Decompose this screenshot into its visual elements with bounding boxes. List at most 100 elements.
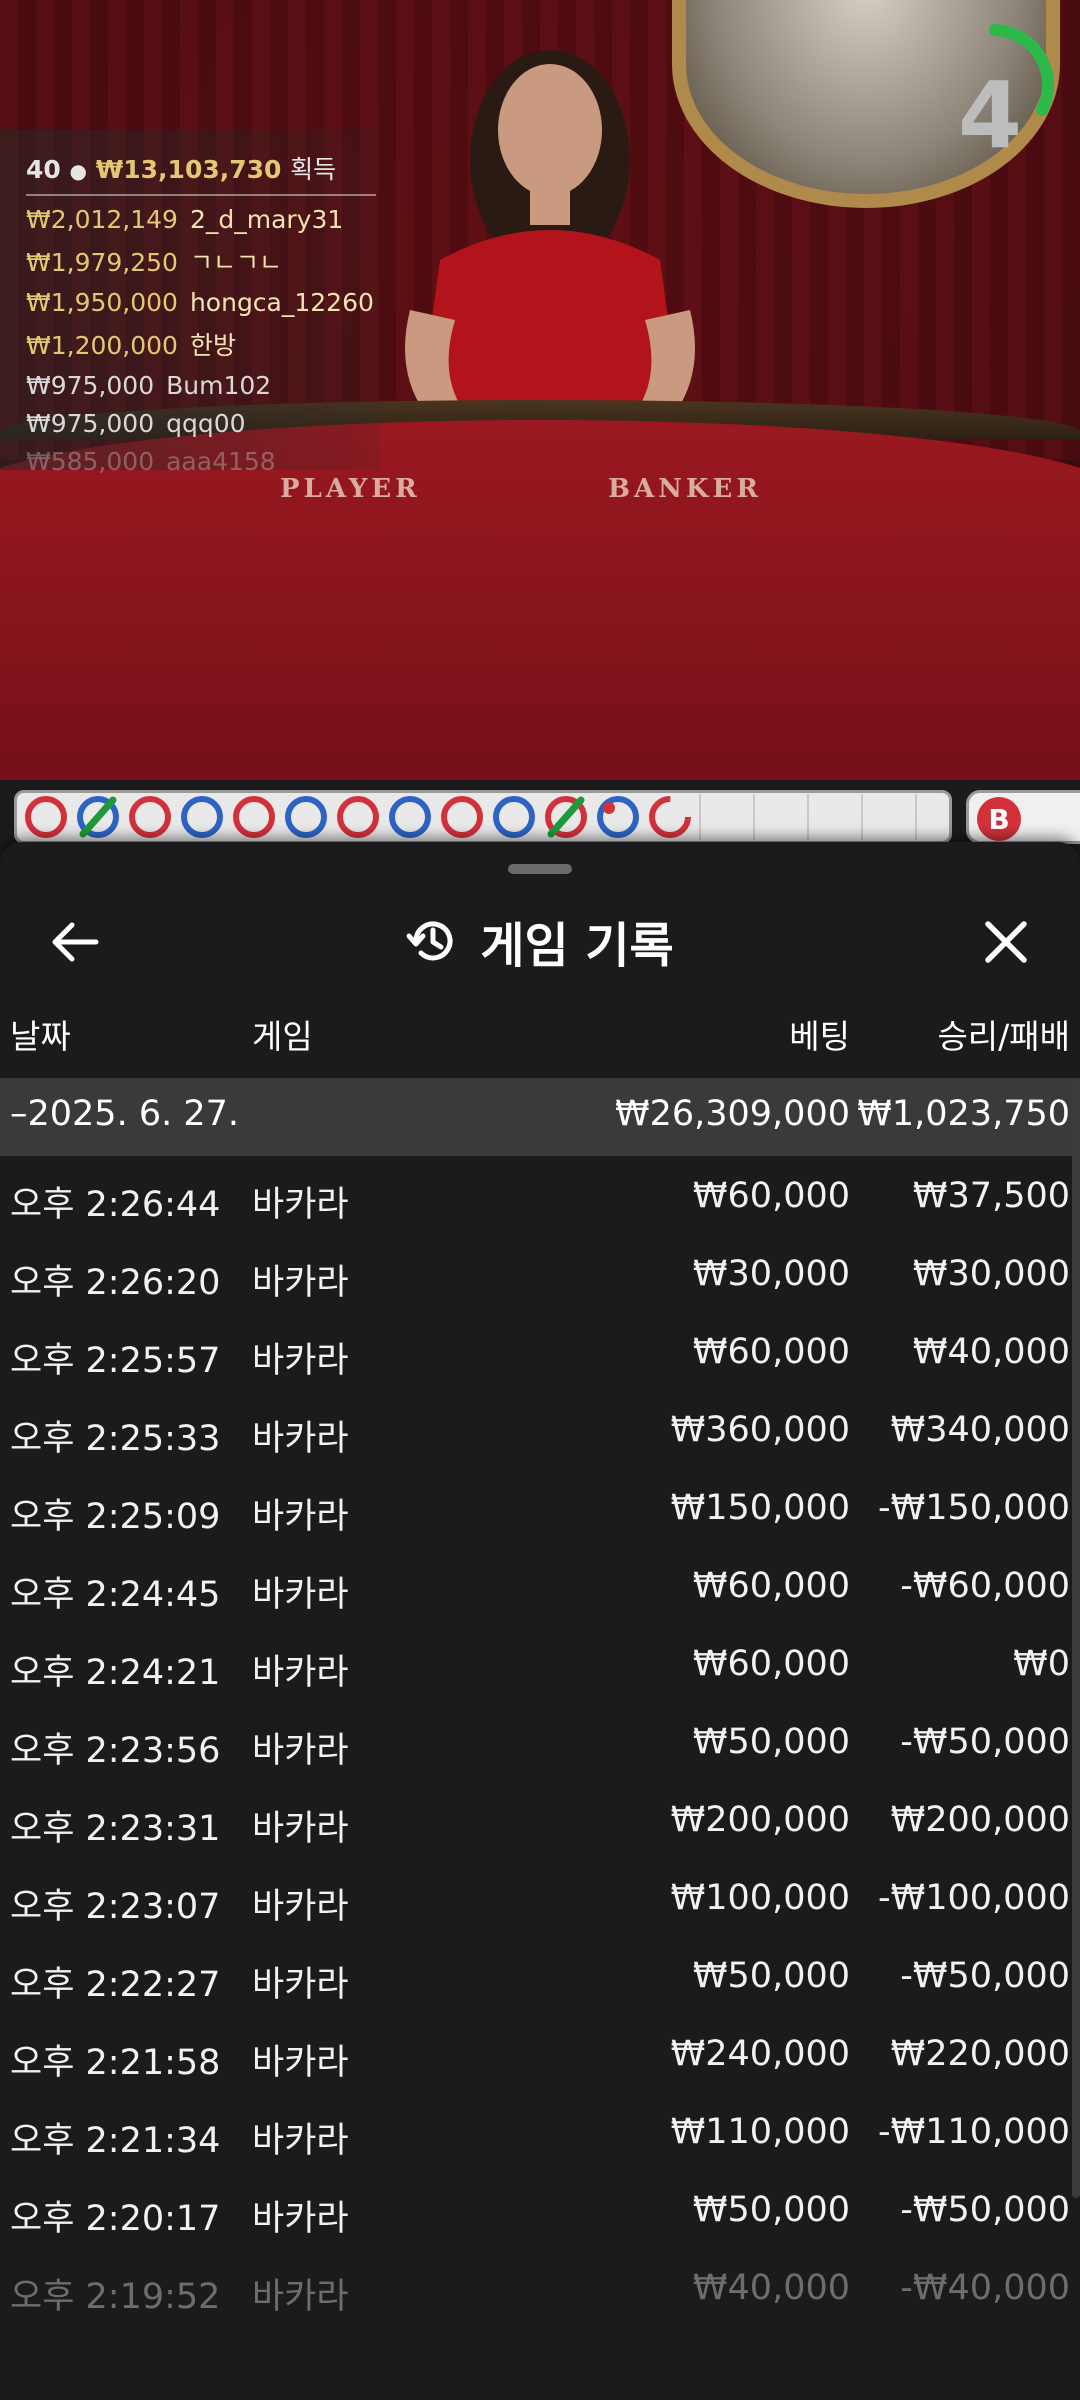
row-game: 바카라	[252, 2277, 349, 2317]
row-result: ₩30,000	[912, 1254, 1070, 1294]
road-bead-red	[441, 796, 483, 838]
history-row[interactable]: 오후 2:26:20 바카라 ₩30,000 ₩30,000	[0, 1234, 1080, 1312]
row-result: -₩100,000	[878, 1878, 1070, 1918]
winner-row: ₩975,000 Bum102	[26, 371, 272, 400]
road-side-panel[interactable]: B	[966, 790, 1080, 844]
row-bet: ₩240,000	[670, 2034, 850, 2074]
row-result: ₩340,000	[890, 1410, 1070, 1450]
row-bet: ₩60,000	[692, 1176, 850, 1216]
row-result: ₩0	[1013, 1644, 1070, 1684]
row-result: -₩150,000	[878, 1488, 1070, 1528]
column-game[interactable]: 게임	[252, 1010, 313, 1058]
row-bet: ₩60,000	[692, 1566, 850, 1606]
row-game: 바카라	[252, 2043, 349, 2083]
road-bead-blue-dot	[597, 796, 639, 838]
row-game: 바카라	[252, 1731, 349, 1771]
road-empty-cell	[699, 794, 747, 840]
day-summary-row[interactable]: –2025. 6. 27. ₩26,309,000 ₩1,023,750	[0, 1078, 1080, 1156]
road-bead-blue	[181, 796, 223, 838]
row-time: 오후 2:25:57	[10, 1341, 221, 1381]
row-time: 오후 2:26:20	[10, 1263, 221, 1303]
row-result: -₩50,000	[900, 2190, 1070, 2230]
row-result: ₩220,000	[890, 2034, 1070, 2074]
day-bet-total: ₩26,309,000	[614, 1094, 850, 1134]
row-result: -₩50,000	[900, 1956, 1070, 1996]
row-game: 바카라	[252, 1497, 349, 1537]
row-bet: ₩200,000	[670, 1800, 850, 1840]
table-header: 날짜 게임 베팅 승리/패배	[0, 1010, 1080, 1060]
row-game: 바카라	[252, 2121, 349, 2161]
day-date: –2025. 6. 27.	[10, 1094, 240, 1134]
bead-road[interactable]	[14, 790, 952, 844]
row-result: ₩37,500	[912, 1176, 1070, 1216]
history-row[interactable]: 오후 2:19:52 바카라 ₩40,000 -₩40,000	[0, 2248, 1080, 2326]
row-game: 바카라	[252, 1887, 349, 1927]
history-row[interactable]: 오후 2:21:34 바카라 ₩110,000 -₩110,000	[0, 2092, 1080, 2170]
drag-handle[interactable]	[508, 864, 572, 874]
history-row[interactable]: 오후 2:26:44 바카라 ₩60,000 ₩37,500	[0, 1156, 1080, 1234]
road-bead-blue	[493, 796, 535, 838]
history-icon	[406, 921, 453, 961]
row-result: ₩200,000	[890, 1800, 1070, 1840]
column-bet[interactable]: 베팅	[789, 1010, 850, 1058]
row-bet: ₩110,000	[670, 2112, 850, 2152]
row-game: 바카라	[252, 1575, 349, 1615]
road-bead-red-partial	[649, 796, 691, 838]
row-bet: ₩40,000	[692, 2268, 850, 2308]
row-time: 오후 2:22:27	[10, 1965, 221, 2005]
history-row[interactable]: 오후 2:25:09 바카라 ₩150,000 -₩150,000	[0, 1468, 1080, 1546]
road-bead-red	[129, 796, 171, 838]
row-time: 오후 2:23:56	[10, 1731, 221, 1771]
road-bead-red-slash	[545, 796, 587, 838]
row-time: 오후 2:25:33	[10, 1419, 221, 1459]
row-bet: ₩50,000	[692, 1956, 850, 1996]
row-game: 바카라	[252, 2199, 349, 2239]
column-date[interactable]: 날짜	[10, 1010, 71, 1058]
person-icon: ●	[69, 159, 87, 183]
row-result: -₩110,000	[878, 2112, 1070, 2152]
history-row[interactable]: 오후 2:24:45 바카라 ₩60,000 -₩60,000	[0, 1546, 1080, 1624]
road-bead-blue	[285, 796, 327, 838]
row-time: 오후 2:23:07	[10, 1887, 221, 1927]
winners-header: 40 ● ₩13,103,730 획득	[26, 150, 376, 196]
winners-total: ₩13,103,730	[95, 155, 282, 184]
history-list: 오후 2:26:44 바카라 ₩60,000 ₩37,500 오후 2:26:20 바카라…	[0, 1156, 1080, 2326]
scrollbar[interactable]	[1072, 1078, 1080, 2198]
history-row[interactable]: 오후 2:23:31 바카라 ₩200,000 ₩200,000	[0, 1780, 1080, 1858]
row-time: 오후 2:23:31	[10, 1809, 221, 1849]
row-game: 바카라	[252, 1341, 349, 1381]
sheet-header: 게임 기록	[0, 892, 1080, 982]
history-row[interactable]: 오후 2:23:07 바카라 ₩100,000 -₩100,000	[0, 1858, 1080, 1936]
winner-row: ₩2,012,149 2_d_mary31	[26, 205, 344, 234]
road-bead-red	[25, 796, 67, 838]
row-game: 바카라	[252, 1263, 349, 1303]
row-time: 오후 2:21:34	[10, 2121, 221, 2161]
row-time: 오후 2:26:44	[10, 1185, 221, 1225]
row-time: 오후 2:24:21	[10, 1653, 221, 1693]
close-icon[interactable]	[976, 912, 1036, 972]
history-row[interactable]: 오후 2:20:17 바카라 ₩50,000 -₩50,000	[0, 2170, 1080, 2248]
column-result[interactable]: 승리/패배	[937, 1010, 1070, 1058]
history-row[interactable]: 오후 2:24:21 바카라 ₩60,000 ₩0	[0, 1624, 1080, 1702]
row-time: 오후 2:21:58	[10, 2043, 221, 2083]
road-empty-cell	[753, 794, 801, 840]
row-time: 오후 2:20:17	[10, 2199, 221, 2239]
road-empty-cell	[915, 794, 949, 840]
row-bet: ₩100,000	[670, 1878, 850, 1918]
row-game: 바카라	[252, 1419, 349, 1459]
history-row[interactable]: 오후 2:25:33 바카라 ₩360,000 ₩340,000	[0, 1390, 1080, 1468]
road-bead-red	[233, 796, 275, 838]
history-row[interactable]: 오후 2:25:57 바카라 ₩60,000 ₩40,000	[0, 1312, 1080, 1390]
felt-label-player: PLAYER	[280, 474, 421, 504]
history-row[interactable]: 오후 2:23:56 바카라 ₩50,000 -₩50,000	[0, 1702, 1080, 1780]
road-bead-blue-slash	[77, 796, 119, 838]
winner-row: ₩1,979,250 ㄱㄴㄱㄴ	[26, 248, 282, 277]
row-time: 오후 2:19:52	[10, 2277, 221, 2317]
history-row[interactable]: 오후 2:21:58 바카라 ₩240,000 ₩220,000	[0, 2014, 1080, 2092]
winners-suffix: 획득	[290, 155, 337, 184]
winners-count: 40	[26, 155, 61, 184]
winner-row: ₩975,000 qqq00	[26, 409, 246, 438]
row-result: -₩50,000	[900, 1722, 1070, 1762]
history-row[interactable]: 오후 2:22:27 바카라 ₩50,000 -₩50,000	[0, 1936, 1080, 2014]
live-video: PLAYER BANKER 4 40 ● ₩13,103,730 획득 ₩2,0…	[0, 0, 1080, 780]
